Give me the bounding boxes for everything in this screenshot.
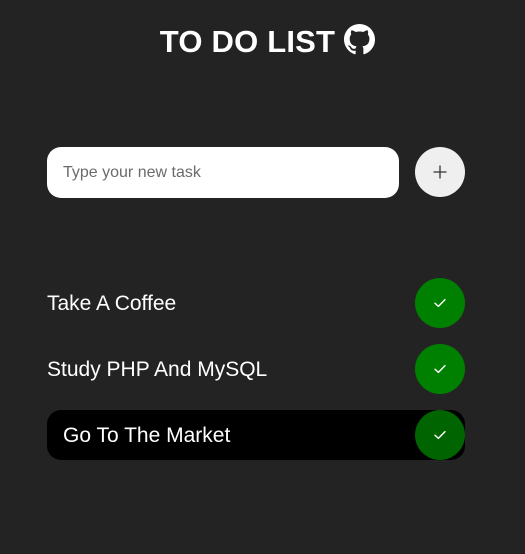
- todo-app: TO DO LIST Take A Coffee Study PHP And M…: [0, 0, 525, 554]
- github-icon[interactable]: [343, 23, 375, 55]
- page-title: TO DO LIST: [159, 23, 336, 59]
- task-label: Study PHP And MySQL: [47, 357, 268, 381]
- task-label: Take A Coffee: [47, 291, 177, 315]
- check-icon: [434, 430, 446, 440]
- task-label: Go To The Market: [63, 423, 231, 447]
- plus-icon: [433, 165, 447, 179]
- task-item: Take A Coffee: [47, 278, 465, 328]
- check-icon: [434, 364, 446, 374]
- complete-task-button[interactable]: [415, 344, 465, 394]
- header: TO DO LIST: [0, 18, 525, 64]
- complete-task-button[interactable]: [415, 278, 465, 328]
- new-task-input[interactable]: [47, 147, 399, 198]
- complete-task-button[interactable]: [415, 410, 465, 460]
- add-task-button[interactable]: [415, 147, 465, 197]
- task-item-highlighted[interactable]: Go To The Market: [47, 410, 465, 460]
- check-icon: [434, 298, 446, 308]
- task-item: Study PHP And MySQL: [47, 344, 465, 394]
